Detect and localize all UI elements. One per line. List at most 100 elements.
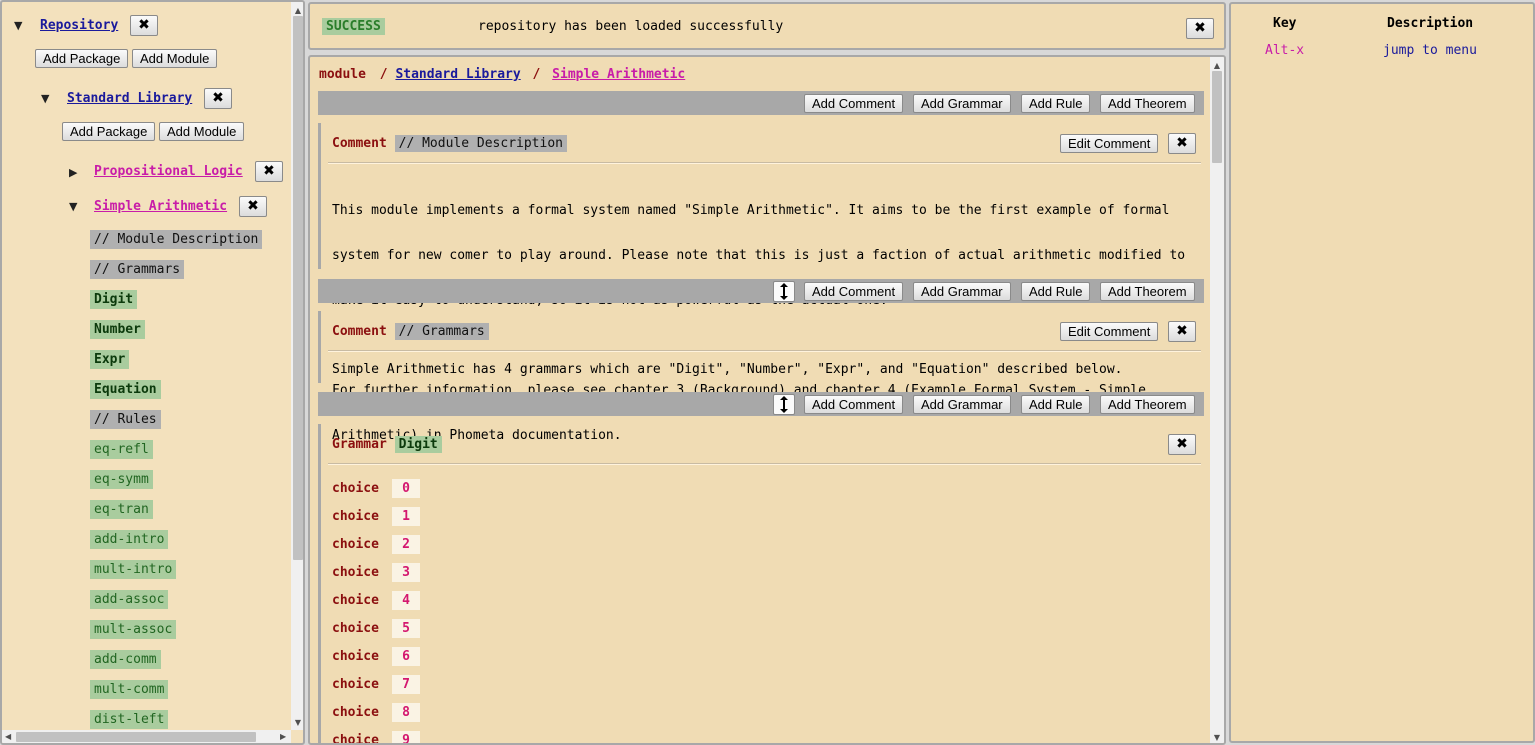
- propositional-logic-link[interactable]: Propositional Logic: [94, 164, 243, 179]
- standard-library-add-module-button[interactable]: Add Module: [159, 122, 245, 141]
- delete-grammar-button[interactable]: ✖: [1168, 434, 1196, 455]
- scroll-up-arrow-icon[interactable]: ▲: [291, 6, 303, 15]
- notification-message: repository has been loaded successfully: [478, 19, 784, 34]
- repository-tree-panel: ▼ Repository ✖ Add Package Add Module ▼ …: [0, 0, 305, 745]
- tree-item-rule[interactable]: add-intro: [90, 530, 169, 549]
- simple-arithmetic-close-button[interactable]: ✖: [239, 196, 267, 217]
- tree-vertical-scrollbar[interactable]: ▲ ▼: [291, 2, 303, 730]
- add-grammar-button[interactable]: Add Grammar: [913, 94, 1011, 113]
- repository-expand-toggle[interactable]: ▼: [14, 19, 22, 32]
- comment-title: // Module Description: [394, 135, 567, 152]
- module-editor-panel: module / Standard Library / Simple Arith…: [308, 55, 1226, 745]
- tree-item-rule[interactable]: add-comm: [90, 650, 161, 669]
- standard-library-link[interactable]: Standard Library: [67, 91, 192, 106]
- add-theorem-button[interactable]: Add Theorem: [1100, 282, 1195, 301]
- delete-comment-button[interactable]: ✖: [1168, 133, 1196, 154]
- notification-panel: SUCCESS repository has been loaded succe…: [308, 2, 1226, 50]
- move-block-button[interactable]: [773, 281, 795, 302]
- tree-item-rule[interactable]: mult-comm: [90, 680, 169, 699]
- delete-comment-button[interactable]: ✖: [1168, 321, 1196, 342]
- edit-comment-button[interactable]: Edit Comment: [1060, 322, 1159, 341]
- choice-value[interactable]: 9: [392, 731, 420, 743]
- simple-arithmetic-expand-toggle[interactable]: ▼: [69, 200, 77, 213]
- choice-value[interactable]: 2: [392, 535, 420, 554]
- add-comment-button[interactable]: Add Comment: [804, 94, 904, 113]
- edit-comment-button[interactable]: Edit Comment: [1060, 134, 1159, 153]
- comment-line: system for new comer to play around. Ple…: [332, 248, 1186, 263]
- tree-item-grammar[interactable]: Digit: [90, 290, 138, 309]
- tree-item-rule[interactable]: eq-symm: [90, 470, 153, 489]
- editor-vertical-scroll-thumb[interactable]: [1212, 71, 1222, 163]
- add-rule-button[interactable]: Add Rule: [1021, 395, 1091, 414]
- choice-value[interactable]: 0: [392, 479, 420, 498]
- scroll-up-arrow-icon[interactable]: ▲: [1210, 61, 1224, 70]
- propositional-logic-expand-toggle[interactable]: ▶: [69, 166, 77, 179]
- simple-arithmetic-link[interactable]: Simple Arithmetic: [94, 199, 227, 214]
- add-theorem-button[interactable]: Add Theorem: [1100, 395, 1195, 414]
- add-comment-button[interactable]: Add Comment: [804, 395, 904, 414]
- tree-item-grammar[interactable]: Equation: [90, 380, 161, 399]
- tree-item-grammar[interactable]: Number: [90, 320, 145, 339]
- tree-horizontal-scrollbar[interactable]: ◀ ▶: [2, 730, 291, 743]
- comment-header: Comment // Module Description: [332, 135, 567, 152]
- standard-library-add-package-button[interactable]: Add Package: [62, 122, 156, 141]
- choice-label: choice: [332, 677, 379, 692]
- tree-item-rule[interactable]: dist-left: [90, 710, 169, 729]
- breadcrumb: module / Standard Library / Simple Arith…: [319, 67, 685, 82]
- tree-item-comment[interactable]: // Grammars: [90, 260, 185, 279]
- tree-item-comment[interactable]: // Module Description: [90, 230, 263, 249]
- tree-vertical-scroll-thumb[interactable]: [293, 16, 303, 560]
- choice-value[interactable]: 1: [392, 507, 420, 526]
- tree-item-rule[interactable]: mult-intro: [90, 560, 177, 579]
- add-grammar-button[interactable]: Add Grammar: [913, 282, 1011, 301]
- add-comment-button[interactable]: Add Comment: [804, 282, 904, 301]
- scroll-right-arrow-icon[interactable]: ▶: [280, 732, 286, 741]
- divider: [328, 162, 1201, 164]
- insert-toolbar: Add Comment Add Grammar Add Rule Add The…: [318, 279, 1204, 303]
- repository-close-button[interactable]: ✖: [130, 15, 158, 36]
- grammar-block: Grammar Digit ✖ choice 0 choice 1 choice 2 cho…: [318, 424, 1204, 743]
- tree-horizontal-scroll-thumb[interactable]: [16, 732, 256, 742]
- notification-close-button[interactable]: ✖: [1186, 18, 1214, 39]
- choice-label: choice: [332, 565, 379, 580]
- comment-block: Comment // Module Description Edit Comme…: [318, 123, 1204, 443]
- choice-value[interactable]: 8: [392, 703, 420, 722]
- tree-item-grammar[interactable]: Expr: [90, 350, 130, 369]
- choice-label: choice: [332, 621, 379, 636]
- breadcrumb-module-link[interactable]: Simple Arithmetic: [552, 67, 685, 82]
- repository-link[interactable]: Repository: [40, 18, 118, 33]
- add-theorem-button[interactable]: Add Theorem: [1100, 94, 1195, 113]
- choice-label: choice: [332, 481, 379, 496]
- scroll-down-arrow-icon[interactable]: ▼: [291, 718, 303, 727]
- divider: [328, 463, 1201, 465]
- repository-add-module-button[interactable]: Add Module: [132, 49, 218, 68]
- propositional-logic-close-button[interactable]: ✖: [255, 161, 283, 182]
- grammar-title: Digit: [394, 436, 442, 453]
- block-kind-label: Grammar: [332, 437, 387, 452]
- choice-value[interactable]: 7: [392, 675, 420, 694]
- choice-value[interactable]: 6: [392, 647, 420, 666]
- choice-value[interactable]: 5: [392, 619, 420, 638]
- comment-block: Comment // Grammars Edit Comment ✖ Simpl…: [318, 311, 1204, 383]
- add-grammar-button[interactable]: Add Grammar: [913, 395, 1011, 414]
- move-block-button[interactable]: [773, 394, 795, 415]
- editor-vertical-scrollbar[interactable]: ▲ ▼: [1210, 57, 1224, 743]
- tree-item-rule[interactable]: eq-refl: [90, 440, 153, 459]
- choice-value[interactable]: 3: [392, 563, 420, 582]
- repository-add-package-button[interactable]: Add Package: [35, 49, 129, 68]
- scroll-left-arrow-icon[interactable]: ◀: [5, 732, 11, 741]
- standard-library-close-button[interactable]: ✖: [204, 88, 232, 109]
- tree-item-rule[interactable]: mult-assoc: [90, 620, 177, 639]
- tree-item-rule[interactable]: eq-tran: [90, 500, 153, 519]
- divider: [328, 350, 1201, 352]
- add-rule-button[interactable]: Add Rule: [1021, 94, 1091, 113]
- scroll-down-arrow-icon[interactable]: ▼: [1210, 733, 1224, 742]
- breadcrumb-package-link[interactable]: Standard Library: [395, 67, 520, 82]
- choice-value[interactable]: 4: [392, 591, 420, 610]
- add-rule-button[interactable]: Add Rule: [1021, 282, 1091, 301]
- standard-library-expand-toggle[interactable]: ▼: [41, 92, 49, 105]
- tree-item-comment[interactable]: // Rules: [90, 410, 161, 429]
- grammar-header: Grammar Digit: [332, 436, 442, 453]
- insert-toolbar: Add Comment Add Grammar Add Rule Add The…: [318, 392, 1204, 416]
- tree-item-rule[interactable]: add-assoc: [90, 590, 169, 609]
